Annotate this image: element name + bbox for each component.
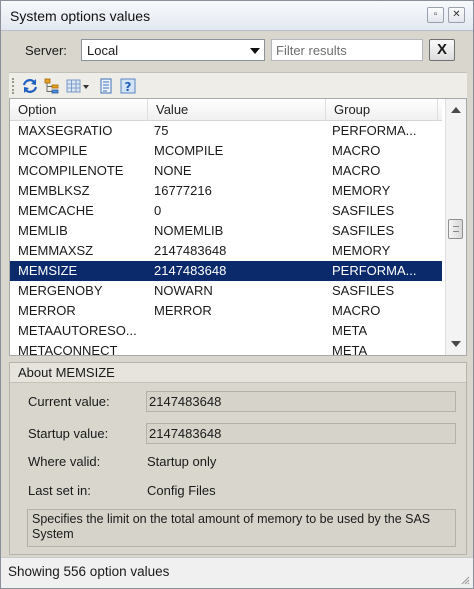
grid-rows: MAXSEGRATIO 75 PERFORMA... MCOMPILE MCOMPILE… [10,121,442,356]
table-row[interactable]: MCOMPILE MCOMPILE MACRO [10,141,442,161]
startup-value-label: Startup value: [28,426,109,441]
cell-option: MCOMPILE [18,143,88,158]
current-value-field[interactable]: 2147483648 [146,391,456,412]
where-valid-value: Startup only [147,454,217,469]
status-bar: Showing 556 option values [1,557,473,588]
cell-option: MEMCACHE [18,203,94,218]
cell-option: METACONNECT [18,343,118,356]
cell-group: META [332,323,368,338]
title-bar[interactable]: System options values ▫ ✕ [1,1,473,31]
cell-group: PERFORMA... [332,263,417,278]
cell-value: 0 [154,203,162,218]
cell-value [154,321,324,341]
cell-group: META [332,343,368,356]
server-label: Server: [25,43,67,58]
table-row[interactable]: MEMLIB NOMEMLIB SASFILES [10,221,442,241]
cell-group: MACRO [332,303,381,318]
cell-value: NONE [154,163,192,178]
vertical-scrollbar[interactable] [445,99,466,355]
grip-lines-icon [453,226,459,232]
startup-value-field[interactable]: 2147483648 [146,423,456,444]
status-text: Showing 556 option values [8,564,170,579]
window-title: System options values [10,8,151,24]
about-panel: About MEMSIZE Current value: 2147483648 … [9,362,467,555]
grid-header: Option Value Group [10,99,442,121]
filter-input[interactable] [271,39,423,61]
system-options-window: System options values ▫ ✕ Server: Local … [0,0,474,589]
cell-group: SASFILES [332,283,395,298]
options-grid: Option Value Group MAXSEGRATIO 75 PERFORMA… [9,98,467,356]
scrollbar-thumb[interactable] [448,219,463,239]
table-row[interactable]: MERGENOBY NOWARN SASFILES [10,281,442,301]
table-row[interactable]: MERROR MERROR MACRO [10,301,442,321]
refresh-icon[interactable] [21,77,39,95]
current-value-label: Current value: [28,394,110,409]
cell-option: MERGENOBY [18,283,103,298]
clear-filter-button[interactable]: X [429,39,455,61]
cell-group: SASFILES [332,223,395,238]
last-set-label: Last set in: [28,483,91,498]
table-row[interactable]: MAXSEGRATIO 75 PERFORMA... [10,121,442,141]
scroll-down-arrow-icon[interactable] [451,341,461,347]
column-header-option[interactable]: Option [10,99,148,121]
grid-view-icon[interactable] [65,77,91,95]
properties-icon[interactable] [97,77,115,95]
about-title: About MEMSIZE [10,363,466,383]
cell-option: MEMBLKSZ [18,183,90,198]
column-header-value[interactable]: Value [148,99,326,121]
table-row[interactable]: METACONNECT META [10,341,442,356]
last-set-value: Config Files [147,483,216,498]
where-valid-label: Where valid: [28,454,101,469]
cell-value: 16777216 [154,183,212,198]
cell-value: 2147483648 [154,263,227,278]
cell-option: MAXSEGRATIO [18,123,113,138]
server-select[interactable]: Local [81,39,265,61]
cell-option: MEMLIB [18,223,68,238]
table-row[interactable]: MEMMAXSZ 2147483648 MEMORY [10,241,442,261]
cell-option: MEMSIZE [18,263,78,278]
cell-value: MERROR [154,303,212,318]
description-field[interactable]: Specifies the limit on the total amount … [27,509,456,547]
table-row[interactable]: MEMSIZE 2147483648 PERFORMA... [10,261,442,281]
chevron-down-icon [250,48,260,54]
svg-text:?: ? [125,80,132,94]
filter-row: Server: Local X [1,32,473,70]
cell-value [154,341,324,355]
server-select-value: Local [87,43,119,58]
cell-value: 2147483648 [154,243,227,258]
cell-group: MEMORY [332,183,391,198]
tree-view-icon[interactable] [43,77,61,95]
cell-option: MEMMAXSZ [18,243,94,258]
cell-group: MACRO [332,163,381,178]
cell-group: MACRO [332,143,381,158]
cell-value: 75 [154,123,169,138]
close-window-button[interactable]: ✕ [448,7,465,23]
cell-option: MCOMPILENOTE [18,163,124,178]
table-row[interactable]: METAAUTORESO... META [10,321,442,341]
scroll-up-arrow-icon[interactable] [451,107,461,113]
toolbar: ? [9,72,467,98]
column-header-group[interactable]: Group [326,99,438,121]
cell-group: PERFORMA... [332,123,417,138]
resize-grip-icon[interactable] [460,575,470,585]
cell-group: MEMORY [332,243,391,258]
cell-value: NOMEMLIB [154,223,224,238]
table-row[interactable]: MCOMPILENOTE NONE MACRO [10,161,442,181]
cell-option: MERROR [18,303,76,318]
cell-value: NOWARN [154,283,213,298]
table-row[interactable]: MEMCACHE 0 SASFILES [10,201,442,221]
toolbar-grip[interactable] [12,78,15,94]
cell-option: METAAUTORESO... [18,323,137,338]
help-icon[interactable]: ? [119,77,137,95]
restore-button[interactable]: ▫ [427,7,444,23]
cell-group: SASFILES [332,203,395,218]
table-row[interactable]: MEMBLKSZ 16777216 MEMORY [10,181,442,201]
cell-value: MCOMPILE [154,143,224,158]
